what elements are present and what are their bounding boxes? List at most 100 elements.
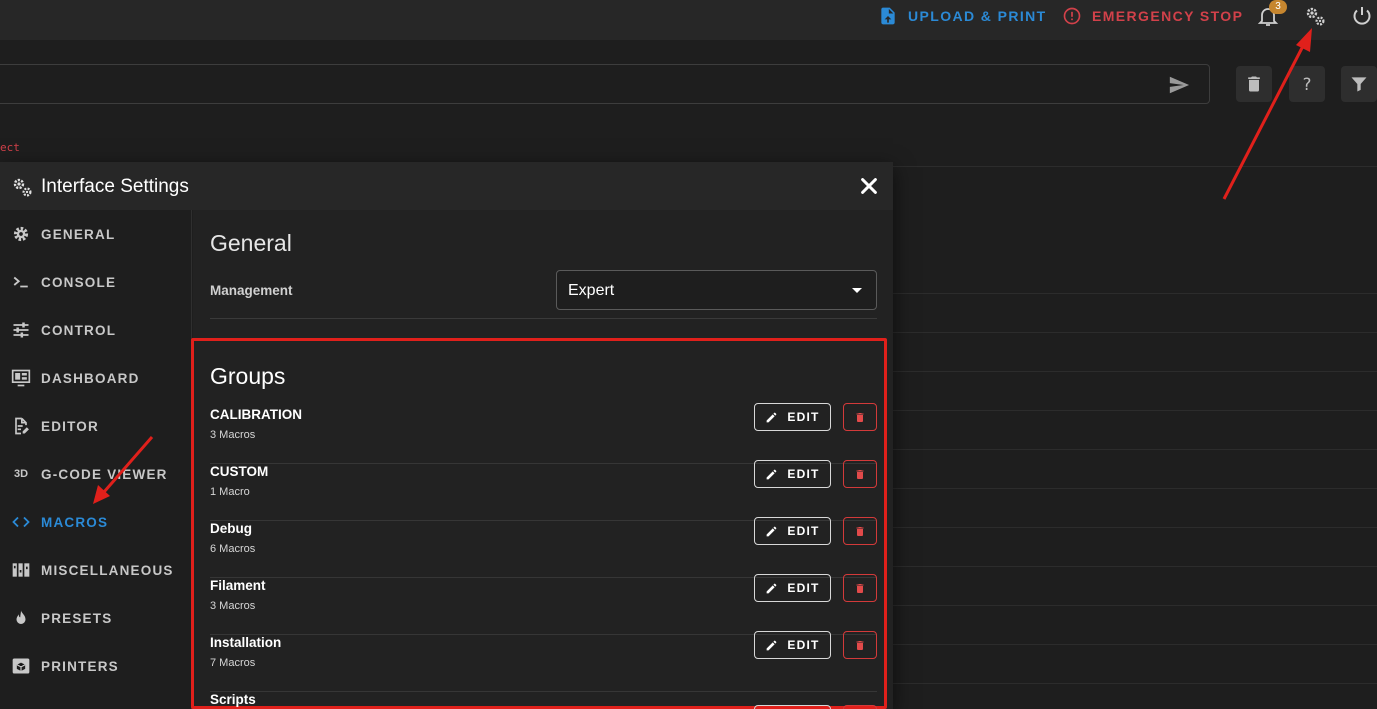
clear-console-button[interactable] xyxy=(1236,66,1272,102)
delete-group-button[interactable] xyxy=(843,517,877,545)
nav-item-label: G-CODE VIEWER xyxy=(41,466,168,482)
3d-icon: 3D xyxy=(13,468,29,480)
general-heading: General xyxy=(210,230,292,256)
settings-nav: GENERAL CONSOLE CONTROL DASHBOARD EDITOR… xyxy=(0,210,192,709)
filter-icon xyxy=(1351,77,1367,92)
edit-label: EDIT xyxy=(787,581,820,595)
gears-icon[interactable] xyxy=(1303,4,1327,28)
nav-item-editor[interactable]: EDITOR xyxy=(0,402,192,450)
emergency-stop-label: EMERGENCY STOP xyxy=(1092,8,1244,24)
nav-item-miscellaneous[interactable]: MISCELLANEOUS xyxy=(0,546,192,594)
delete-group-button[interactable] xyxy=(843,403,877,431)
nav-item-label: CONTROL xyxy=(41,322,117,338)
nav-item-label: MISCELLANEOUS xyxy=(41,562,174,578)
group-row: Scripts EDIT xyxy=(210,692,877,709)
delete-group-button[interactable] xyxy=(843,574,877,602)
settings-content: General Management Expert Groups CALIBRA… xyxy=(191,210,893,709)
delete-group-button[interactable] xyxy=(843,460,877,488)
edit-label: EDIT xyxy=(787,638,820,652)
send-icon[interactable] xyxy=(1167,74,1191,96)
file-edit-icon xyxy=(10,415,32,437)
group-name: Filament xyxy=(210,578,266,593)
delete-group-button[interactable] xyxy=(843,631,877,659)
alert-circle-icon xyxy=(1063,7,1081,25)
power-icon[interactable] xyxy=(1350,4,1374,28)
nav-item-label: GENERAL xyxy=(41,226,116,242)
top-app-bar: UPLOAD & PRINT EMERGENCY STOP 3 xyxy=(0,0,1377,40)
upload-print-label: UPLOAD & PRINT xyxy=(908,8,1047,24)
console-log-entry: ect xyxy=(0,141,20,154)
trash-icon xyxy=(856,583,864,593)
edit-group-button[interactable]: EDIT xyxy=(754,705,831,709)
code-brackets-icon xyxy=(10,511,32,533)
trash-icon xyxy=(1248,76,1260,92)
console-filter-button[interactable] xyxy=(1341,66,1377,102)
edit-group-button[interactable]: EDIT xyxy=(754,517,831,545)
edit-group-button[interactable]: EDIT xyxy=(754,460,831,488)
nav-item-label: DASHBOARD xyxy=(41,370,140,386)
nav-item-general[interactable]: GENERAL xyxy=(0,210,192,258)
nav-item-presets[interactable]: PRESETS xyxy=(0,594,192,642)
delete-group-button[interactable] xyxy=(843,705,877,709)
trash-icon xyxy=(856,640,864,650)
group-name: CALIBRATION xyxy=(210,407,302,422)
pencil-icon xyxy=(767,412,777,422)
printer-3d-icon xyxy=(10,655,32,677)
nav-item-label: CONSOLE xyxy=(41,274,117,290)
miscellaneous-icon xyxy=(10,559,32,581)
monitor-dashboard-icon xyxy=(10,367,32,389)
group-row: Installation 7 Macros EDIT xyxy=(210,631,877,692)
sliders-icon xyxy=(10,319,32,341)
edit-group-button[interactable]: EDIT xyxy=(754,403,831,431)
nav-item-label: MACROS xyxy=(41,514,109,530)
edit-group-button[interactable]: EDIT xyxy=(754,574,831,602)
interface-settings-dialog: Interface Settings GENERAL CONSOLE CONTR… xyxy=(0,162,893,709)
nav-item-label: EDITOR xyxy=(41,418,99,434)
pencil-icon xyxy=(767,526,777,536)
edit-label: EDIT xyxy=(787,467,820,481)
nav-item-gcode-viewer[interactable]: 3D G-CODE VIEWER xyxy=(0,450,192,498)
group-macro-count: 7 Macros xyxy=(210,657,256,669)
trash-icon xyxy=(856,412,864,422)
fire-icon xyxy=(10,607,32,629)
pencil-icon xyxy=(767,640,777,650)
nav-item-macros[interactable]: MACROS xyxy=(0,498,192,546)
console-icon xyxy=(10,271,32,293)
group-macro-count: 3 Macros xyxy=(210,600,256,612)
nav-item-control[interactable]: CONTROL xyxy=(0,306,192,354)
group-row: Filament 3 Macros EDIT xyxy=(210,574,877,635)
edit-group-button[interactable]: EDIT xyxy=(754,631,831,659)
help-icon: ? xyxy=(1303,75,1312,94)
group-name: Installation xyxy=(210,635,282,650)
nav-item-label: PRESETS xyxy=(41,610,113,626)
group-name: Debug xyxy=(210,521,252,536)
chevron-down-icon xyxy=(852,288,862,293)
nav-item-console[interactable]: CONSOLE xyxy=(0,258,192,306)
management-label: Management xyxy=(210,283,293,298)
trash-icon xyxy=(856,526,864,536)
group-macro-count: 3 Macros xyxy=(210,429,256,441)
nav-item-label: PRINTERS xyxy=(41,658,119,674)
group-macro-count: 6 Macros xyxy=(210,543,256,555)
emergency-stop-button[interactable]: EMERGENCY STOP xyxy=(1062,0,1243,32)
edit-label: EDIT xyxy=(787,410,820,424)
group-row: CALIBRATION 3 Macros EDIT xyxy=(210,403,877,464)
edit-label: EDIT xyxy=(787,524,820,538)
trash-icon xyxy=(856,469,864,479)
console-command-input[interactable] xyxy=(0,64,1210,104)
divider xyxy=(210,318,877,319)
management-select[interactable]: Expert xyxy=(556,270,877,310)
group-name: Scripts xyxy=(210,692,256,707)
dialog-title: Interface Settings xyxy=(41,176,189,197)
gears-icon xyxy=(13,178,32,197)
group-row: Debug 6 Macros EDIT xyxy=(210,517,877,578)
pencil-icon xyxy=(767,583,777,593)
upload-print-button[interactable]: UPLOAD & PRINT xyxy=(878,0,1047,32)
nav-item-dashboard[interactable]: DASHBOARD xyxy=(0,354,192,402)
console-help-button[interactable]: ? xyxy=(1289,66,1325,102)
group-row: CUSTOM 1 Macro EDIT xyxy=(210,460,877,521)
management-select-value: Expert xyxy=(568,282,615,299)
close-icon[interactable] xyxy=(858,175,880,197)
nav-item-printers[interactable]: PRINTERS xyxy=(0,642,192,690)
notification-badge: 3 xyxy=(1269,0,1287,14)
